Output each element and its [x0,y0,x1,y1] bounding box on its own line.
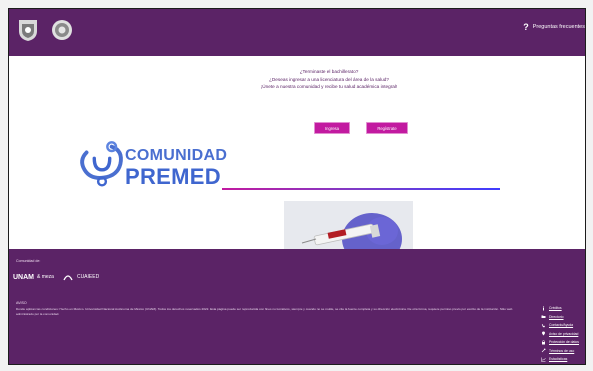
stethoscope-icon [80,141,123,187]
tool-icon [541,348,546,353]
faq-label: Preguntas frecuentes [532,24,585,30]
comunidad-premed-logo: COMUNIDAD PREMED [73,133,227,201]
partners-logos: UNAM & meza CUAIEED [13,271,99,283]
partner-unam-sub: & meza [37,274,54,280]
footer-link-creditos[interactable]: Créditos [541,304,579,313]
footer-link-label: Estadísticas [549,357,568,362]
footer-link-label: Términos de uso [549,348,575,353]
lock-icon [541,340,546,345]
faq-link[interactable]: ? Preguntas frecuentes [523,22,585,32]
header-bar: ? Preguntas frecuentes [9,9,585,56]
info-icon [541,306,546,311]
footer-link-directorio[interactable]: Directorio [541,313,579,322]
question-mark-icon: ? [523,22,529,32]
footer-link-terminos[interactable]: Términos de uso [541,347,579,356]
faculty-logo[interactable] [51,18,73,42]
footer-link-label: Aviso de privacidad [549,331,579,336]
footer-link-contacto[interactable]: Contacto/Ayuda [541,321,579,330]
folder-icon [541,314,546,319]
footer: Comunidad de: UNAM & meza CUAIEED AVISO … [9,249,585,364]
footer-link-proteccion[interactable]: Protección de datos [541,338,579,347]
partners-heading: Comunidad de: [16,259,41,263]
hero-section: ¿Terminaste el bachillerato? ¿Deseas ing… [9,56,585,273]
phone-icon [541,323,546,328]
footer-link-label: Protección de datos [549,340,579,345]
partner-cuaieed[interactable]: CUAIEED [62,271,99,283]
location-icon [541,331,546,336]
brand-line-1: COMUNIDAD [125,147,228,164]
hero-divider [222,188,500,190]
aviso-title: AVISO [16,301,27,305]
page: ? Preguntas frecuentes ¿Terminaste el ba… [8,8,586,365]
footer-link-label: Contacto/Ayuda [549,323,574,328]
hero-text: ¿Terminaste el bachillerato? ¿Deseas ing… [249,68,409,91]
unam-logo[interactable] [17,18,39,42]
cuaieed-icon [63,275,73,281]
brand-line-2: PREMED [125,164,221,189]
partner-unam[interactable]: UNAM & meza [13,274,54,281]
footer-links: Créditos Directorio Contacto/Ayuda Aviso… [541,304,579,364]
aviso-text: Donde aplican las condiciones: Hecho en … [16,307,513,317]
hero-actions: Ingresa Regístrate [314,122,408,134]
register-button[interactable]: Regístrate [366,122,408,134]
unam-shield-icon [19,20,37,41]
footer-link-label: Créditos [549,306,562,311]
partner-cuaieed-label: CUAIEED [76,274,100,280]
partner-unam-label: UNAM [13,273,34,281]
login-button[interactable]: Ingresa [314,122,350,134]
hero-line-3: ¡Únete a nuestra comunidad y recibe tu s… [260,84,398,90]
footer-link-estadisticas[interactable]: Estadísticas [541,355,579,364]
hero-line-2: ¿Deseas ingresar a una licenciatura del … [269,76,389,82]
hero-line-1: ¿Terminaste el bachillerato? [299,69,359,74]
footer-link-label: Directorio [549,314,564,319]
faculty-seal-icon [52,20,72,40]
footer-link-aviso[interactable]: Aviso de privacidad [541,330,579,339]
chart-icon [541,357,546,362]
